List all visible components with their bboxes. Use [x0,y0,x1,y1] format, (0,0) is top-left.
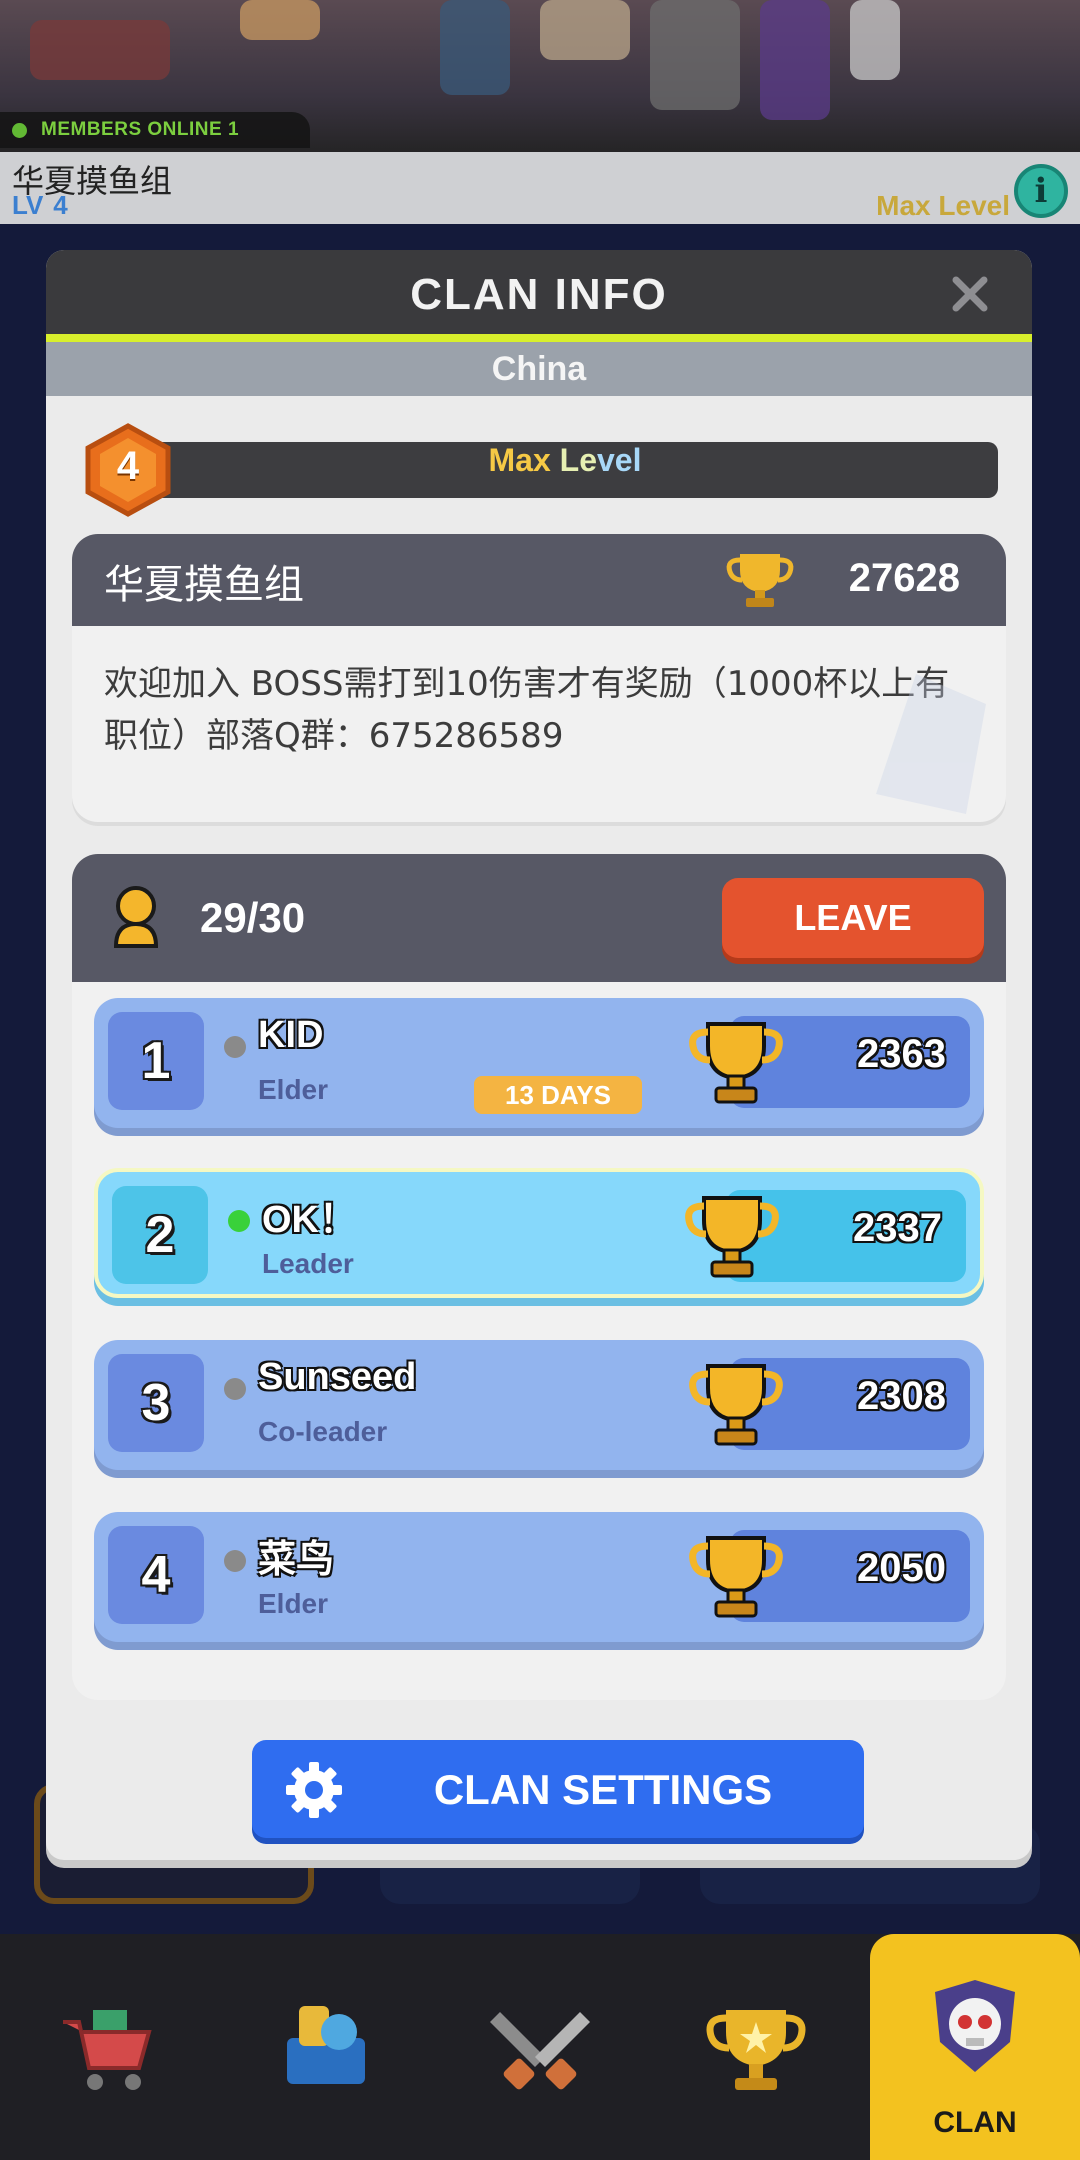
member-rank: 3 [108,1354,204,1452]
clan-name: 华夏摸鱼组 [104,562,304,608]
member-icon [113,886,159,948]
clan-details-card: 华夏摸鱼组 27628 欢迎加入 BOSS需打到10伤害才有奖励（1000杯以上… [72,534,1006,826]
level-bar-text-2: Le [559,442,597,478]
trophy-icon [706,2010,806,2090]
member-trophies: 2050 [857,1546,946,1590]
gear-icon [286,1762,342,1818]
level-badge-number: 4 [116,444,140,488]
member-role: Leader [262,1248,354,1279]
trophy-icon [689,1364,783,1446]
online-status-dot [228,1210,250,1232]
clan-level-row: Max Level 4 [82,422,998,518]
clan-strip-max-level: Max Level [876,190,1010,221]
modal-title: CLAN INFO [410,270,668,319]
member-name: OK！ [262,1199,358,1241]
bottom-navigation: CLAN [0,1934,1080,2160]
member-name: 菜鸟 [258,1539,335,1581]
level-value: 4 [53,190,68,220]
member-rank: 4 [108,1526,204,1624]
shop-cart-icon [63,2010,152,2090]
offline-status-dot [224,1550,246,1572]
members-online-indicator: MEMBERS ONLINE 1 [0,112,310,148]
nav-clan[interactable]: CLAN [870,1934,1080,2160]
online-dot-icon [12,122,27,138]
member-role: Co-leader [258,1416,388,1447]
trophy-icon [685,1196,779,1278]
member-row-self[interactable]: 2 OK！ Leader 2337 [94,1168,984,1298]
nav-clan-label: CLAN [933,2106,1017,2139]
clan-skull-icon [935,1980,1015,2072]
offline-status-dot [224,1036,246,1058]
days-badge: 13 DAYS [474,1076,642,1114]
trophy-icon [689,1536,783,1618]
clan-card-header: 华夏摸鱼组 27628 [72,534,1006,626]
info-icon[interactable]: i [1014,164,1068,218]
level-prefix: LV [12,190,44,220]
clan-info-modal: CLAN INFO China Max Level 4 华夏摸鱼组 27628 … [46,250,1032,1860]
member-row[interactable]: 1 KID Elder 13 DAYS 2363 [94,998,984,1128]
clan-settings-label: CLAN SETTINGS [433,1766,773,1813]
member-row[interactable]: 4 菜鸟 Elder 2050 [94,1512,984,1642]
nav-shop[interactable] [0,1934,216,2160]
member-trophies: 2337 [853,1206,942,1250]
battle-swords-icon [490,2012,590,2090]
offline-status-dot [224,1378,246,1400]
member-trophies: 2363 [857,1032,946,1076]
nav-trophy-road[interactable] [648,1934,864,2160]
member-role: Elder [258,1588,329,1619]
modal-header: CLAN INFO [46,250,1032,342]
member-count: 29/30 [200,894,306,941]
nav-cards[interactable] [216,1934,432,2160]
cards-icon [287,2006,365,2084]
clan-region: China [46,342,1032,396]
member-row[interactable]: 3 Sunseed Co-leader 2308 [94,1340,984,1470]
members-card: 29/30 LEAVE 1 KID Elder 13 DAYS 2363 2 O… [72,854,1006,1700]
level-badge: 4 [82,422,174,518]
nav-battle[interactable] [432,1934,648,2160]
level-bar-text-1: Max [488,442,560,478]
member-role: Elder [258,1074,329,1105]
clan-description: 欢迎加入 BOSS需打到10伤害才有奖励（1000杯以上有职位）部落Q群：675… [104,664,950,756]
trophy-icon [689,1022,783,1104]
member-name: Sunseed [258,1356,417,1398]
member-trophies: 2308 [857,1374,946,1418]
clan-strip-level: LV 4 [12,190,68,221]
member-rank: 2 [112,1186,208,1284]
member-rank: 1 [108,1012,204,1110]
level-progress-bar: Max Level [132,442,998,498]
clan-settings-button[interactable]: CLAN SETTINGS [252,1740,864,1838]
members-online-label: MEMBERS ONLINE 1 [41,119,240,140]
member-name: KID [258,1014,324,1056]
trophy-icon [726,554,794,607]
level-bar-text-3: vel [597,442,642,478]
tag-watermark-icon [876,674,986,814]
leave-button[interactable]: LEAVE [722,878,984,958]
clan-summary-strip: 华夏摸鱼组 LV 4 Max Level i [0,152,1080,224]
close-icon[interactable] [948,272,992,316]
members-header: 29/30 LEAVE [72,854,1006,982]
clan-trophy-count: 27628 [848,556,960,600]
